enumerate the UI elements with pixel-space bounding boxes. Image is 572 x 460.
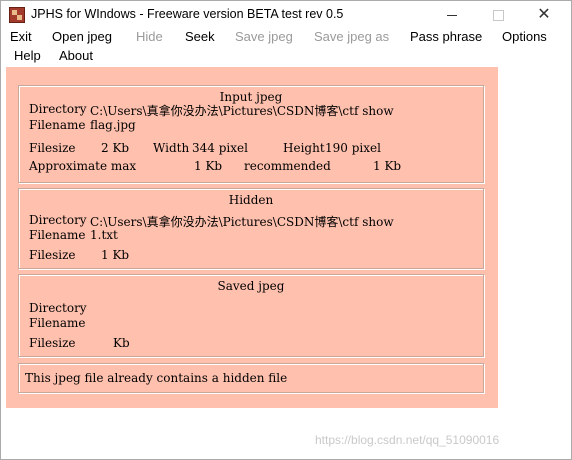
status-group: This jpeg file already contains a hidden… [18, 363, 484, 393]
title-bar[interactable]: JPHS for WIndows - Freeware version BETA… [1, 1, 571, 29]
menu-about[interactable]: About [59, 48, 93, 63]
menu-save-jpeg[interactable]: Save jpeg [235, 29, 293, 44]
menu-pass-phrase[interactable]: Pass phrase [410, 29, 482, 44]
watermark-text: https://blog.csdn.net/qq_51090016 [315, 433, 500, 447]
hidden-directory-label: Directory [29, 213, 87, 227]
menu-exit[interactable]: Exit [10, 29, 32, 44]
input-width-label: Width [153, 141, 190, 155]
input-recommended-label: recommended [244, 159, 331, 173]
menu-hide[interactable]: Hide [136, 29, 163, 44]
window-title: JPHS for WIndows - Freeware version BETA… [31, 7, 344, 21]
saved-filesize-label: Filesize [29, 336, 76, 350]
minimize-button[interactable] [429, 1, 475, 29]
saved-filesize-unit: Kb [113, 336, 130, 350]
input-jpeg-group: Input jpeg Directory C:\Users\真拿你没办法\Pic… [18, 85, 484, 183]
menu-open-jpeg[interactable]: Open jpeg [52, 29, 112, 44]
hidden-filename-label: Filename [29, 228, 86, 242]
menu-save-jpeg-as[interactable]: Save jpeg as [314, 29, 389, 44]
hidden-filename-value: 1.txt [90, 228, 118, 242]
close-icon: ✕ [537, 6, 551, 23]
menu-options[interactable]: Options [502, 29, 547, 44]
minimize-icon [447, 14, 457, 16]
hidden-directory-value: C:\Users\真拿你没办法\Pictures\CSDN博客\ctf show [90, 215, 394, 229]
saved-jpeg-group: Saved jpeg Directory Filename Filesize K… [18, 274, 484, 357]
input-directory-value: C:\Users\真拿你没办法\Pictures\CSDN博客\ctf show [90, 104, 394, 118]
input-filesize-label: Filesize [29, 141, 76, 155]
input-approx-max-value: 1 Kb [194, 159, 223, 173]
input-height-label: Height [283, 141, 325, 155]
input-filename-value: flag.jpg [90, 118, 136, 132]
close-button[interactable]: ✕ [521, 1, 567, 29]
maximize-icon [492, 9, 504, 21]
status-message: This jpeg file already contains a hidden… [25, 371, 288, 385]
hidden-group: Hidden Directory C:\Users\真拿你没办法\Picture… [18, 188, 484, 269]
menu-help[interactable]: Help [14, 48, 41, 63]
saved-jpeg-title: Saved jpeg [217, 279, 285, 293]
jphs-window: JPHS for WIndows - Freeware version BETA… [0, 0, 572, 460]
hidden-title: Hidden [228, 193, 274, 207]
client-area: Input jpeg Directory C:\Users\真拿你没办法\Pic… [6, 67, 498, 408]
input-recommended-value: 1 Kb [373, 159, 402, 173]
saved-filename-label: Filename [29, 316, 86, 330]
input-approx-max-label: Approximate max [29, 159, 137, 173]
hidden-filesize-value: 1 Kb [101, 248, 130, 262]
menu-bar: Exit Open jpeg Hide Seek Save jpeg Save … [1, 27, 571, 65]
input-filesize-value: 2 Kb [101, 141, 130, 155]
jphs-app-icon[interactable] [9, 7, 25, 23]
saved-directory-label: Directory [29, 301, 87, 315]
menu-seek[interactable]: Seek [185, 29, 215, 44]
hidden-filesize-label: Filesize [29, 248, 76, 262]
maximize-button [475, 1, 521, 29]
input-height-value: 190 pixel [325, 141, 381, 155]
input-width-value: 344 pixel [192, 141, 248, 155]
input-directory-label: Directory [29, 102, 87, 116]
input-filename-label: Filename [29, 118, 86, 132]
